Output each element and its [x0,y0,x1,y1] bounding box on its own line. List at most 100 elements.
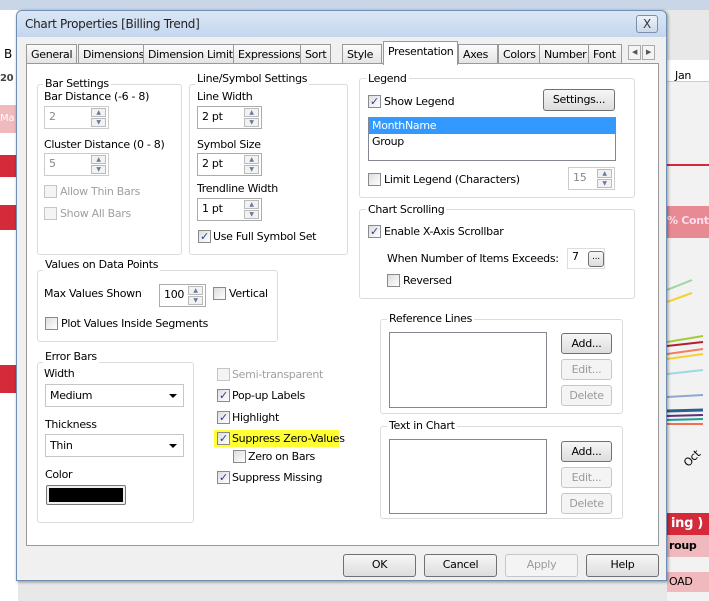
spin-up-icon[interactable]: ▲ [91,155,106,164]
cluster-distance-spinner[interactable]: 5 ▲ ▼ [44,153,109,176]
app-year: 20 [0,73,14,84]
trendline-width-spinner[interactable]: 1 pt ▲ ▼ [197,198,262,221]
legend-item-group[interactable]: Group [369,134,615,149]
reference-lines-edit-button[interactable]: Edit... [561,359,612,380]
reference-lines-add-button[interactable]: Add... [561,333,612,354]
items-exceeds-value: 7 [572,250,579,263]
thickness-select[interactable]: Thin [45,434,184,457]
dropdown-arrow-icon [169,394,177,398]
text-in-chart-delete-button[interactable]: Delete [561,493,612,514]
reversed-label: Reversed [403,274,452,287]
tab-scroll-left-icon[interactable]: ◀ [628,45,641,60]
tab-dimensions[interactable]: Dimensions [78,44,150,64]
tab-colors[interactable]: Colors [498,44,541,64]
tab-axes[interactable]: Axes [458,44,498,64]
suppress-missing-label: Suppress Missing [232,471,323,484]
bar-distance-spinner[interactable]: 2 ▲ ▼ [44,106,109,129]
reference-lines-delete-button[interactable]: Delete [561,385,612,406]
cluster-distance-label: Cluster Distance (0 - 8) [44,138,165,151]
cancel-button[interactable]: Cancel [424,554,497,577]
popup-labels-checkbox[interactable]: ✓ [217,389,230,402]
tab-presentation[interactable]: Presentation [383,41,459,65]
show-all-bars-checkbox[interactable] [44,207,57,220]
text-in-chart-add-button[interactable]: Add... [561,441,612,462]
tab-style[interactable]: Style [342,44,382,64]
limit-legend-value: 15 [573,171,587,184]
dialog-title: Chart Properties [Billing Trend] [25,17,200,31]
tab-sort[interactable]: Sort [300,44,332,64]
legend-title: Legend [366,72,409,85]
apply-button[interactable]: Apply [505,554,578,577]
bar-distance-value: 2 [49,110,56,123]
semi-transparent-label: Semi-transparent [232,368,324,381]
vertical-label: Vertical [229,287,268,300]
app-header: ing ) [667,513,709,535]
enable-x-axis-scrollbar-checkbox[interactable]: ✓ [368,225,381,238]
spin-up-icon[interactable]: ▲ [244,155,259,164]
vertical-checkbox[interactable] [213,287,226,300]
app-month-jan: Jan [667,60,709,82]
close-button[interactable]: X [636,15,658,33]
trendline-width-label: Trendline Width [197,182,278,195]
spin-down-icon[interactable]: ▼ [244,210,259,219]
thickness-value: Thin [50,439,73,452]
show-legend-checkbox[interactable]: ✓ [368,95,381,108]
allow-thin-bars-checkbox[interactable] [44,185,57,198]
spin-up-icon[interactable]: ▲ [244,108,259,117]
chart-properties-dialog: Chart Properties [Billing Trend] X Gener… [16,10,667,581]
suppress-zero-values-label: Suppress Zero-Values [232,432,345,445]
ok-button[interactable]: OK [343,554,416,577]
cluster-distance-value: 5 [49,157,56,170]
suppress-zero-values-checkbox[interactable]: ✓ [217,432,230,445]
use-full-symbol-set-label: Use Full Symbol Set [213,230,317,243]
items-exceeds-browse-button[interactable]: ... [588,251,604,267]
presentation-panel: Bar Settings Bar Distance (-6 - 8) 2 ▲ ▼ C… [26,63,659,546]
legend-item-monthname[interactable]: MonthName [369,118,615,134]
spin-down-icon[interactable]: ▼ [188,296,203,305]
text-in-chart-edit-button[interactable]: Edit... [561,467,612,488]
tab-number[interactable]: Number [539,44,592,64]
zero-on-bars-checkbox[interactable] [233,450,246,463]
tab-general[interactable]: General [26,44,78,64]
suppress-missing-checkbox[interactable]: ✓ [217,471,230,484]
reversed-checkbox[interactable] [387,274,400,287]
zero-on-bars-label: Zero on Bars [248,450,315,463]
spin-down-icon[interactable]: ▼ [244,118,259,127]
spin-up-icon[interactable]: ▲ [597,169,612,178]
tab-scroll-right-icon[interactable]: ▶ [642,45,655,60]
text-in-chart-listbox[interactable] [389,439,547,514]
spin-up-icon[interactable]: ▲ [91,108,106,117]
spin-up-icon[interactable]: ▲ [188,286,203,295]
legend-listbox[interactable]: MonthName Group [368,117,616,161]
limit-legend-label: Limit Legend (Characters) [384,173,520,186]
spin-down-icon[interactable]: ▼ [244,165,259,174]
limit-legend-checkbox[interactable] [368,173,381,186]
line-symbol-title: Line/Symbol Settings [195,72,310,85]
color-swatch-button[interactable] [46,485,126,505]
tab-expressions[interactable]: Expressions [233,44,306,64]
symbol-size-spinner[interactable]: 2 pt ▲ ▼ [197,153,262,176]
tab-font[interactable]: Font [588,44,622,64]
legend-settings-button[interactable]: Settings... [543,89,615,111]
max-values-spinner[interactable]: 100 ▲ ▼ [159,284,206,307]
spin-down-icon[interactable]: ▼ [91,118,106,127]
help-button[interactable]: Help [586,554,659,577]
spin-down-icon[interactable]: ▼ [91,165,106,174]
thickness-label: Thickness [45,418,97,431]
tab-dimension-limits[interactable]: Dimension Limits [143,44,244,64]
trendline-width-value: 1 pt [202,202,223,215]
spin-down-icon[interactable]: ▼ [597,179,612,188]
use-full-symbol-set-checkbox[interactable]: ✓ [198,230,211,243]
symbol-size-label: Symbol Size [197,138,261,151]
allow-thin-bars-label: Allow Thin Bars [60,185,141,198]
limit-legend-spinner[interactable]: 15 ▲ ▼ [568,167,615,190]
spin-up-icon[interactable]: ▲ [244,200,259,209]
reference-lines-listbox[interactable] [389,332,547,408]
title-bar[interactable]: Chart Properties [Billing Trend] X [17,11,666,37]
highlight-checkbox[interactable]: ✓ [217,411,230,424]
plot-values-inside-checkbox[interactable] [45,317,58,330]
line-width-spinner[interactable]: 2 pt ▲ ▼ [197,106,262,129]
width-select[interactable]: Medium [45,384,184,407]
reference-lines-title: Reference Lines [387,312,475,325]
semi-transparent-checkbox[interactable] [217,368,230,381]
